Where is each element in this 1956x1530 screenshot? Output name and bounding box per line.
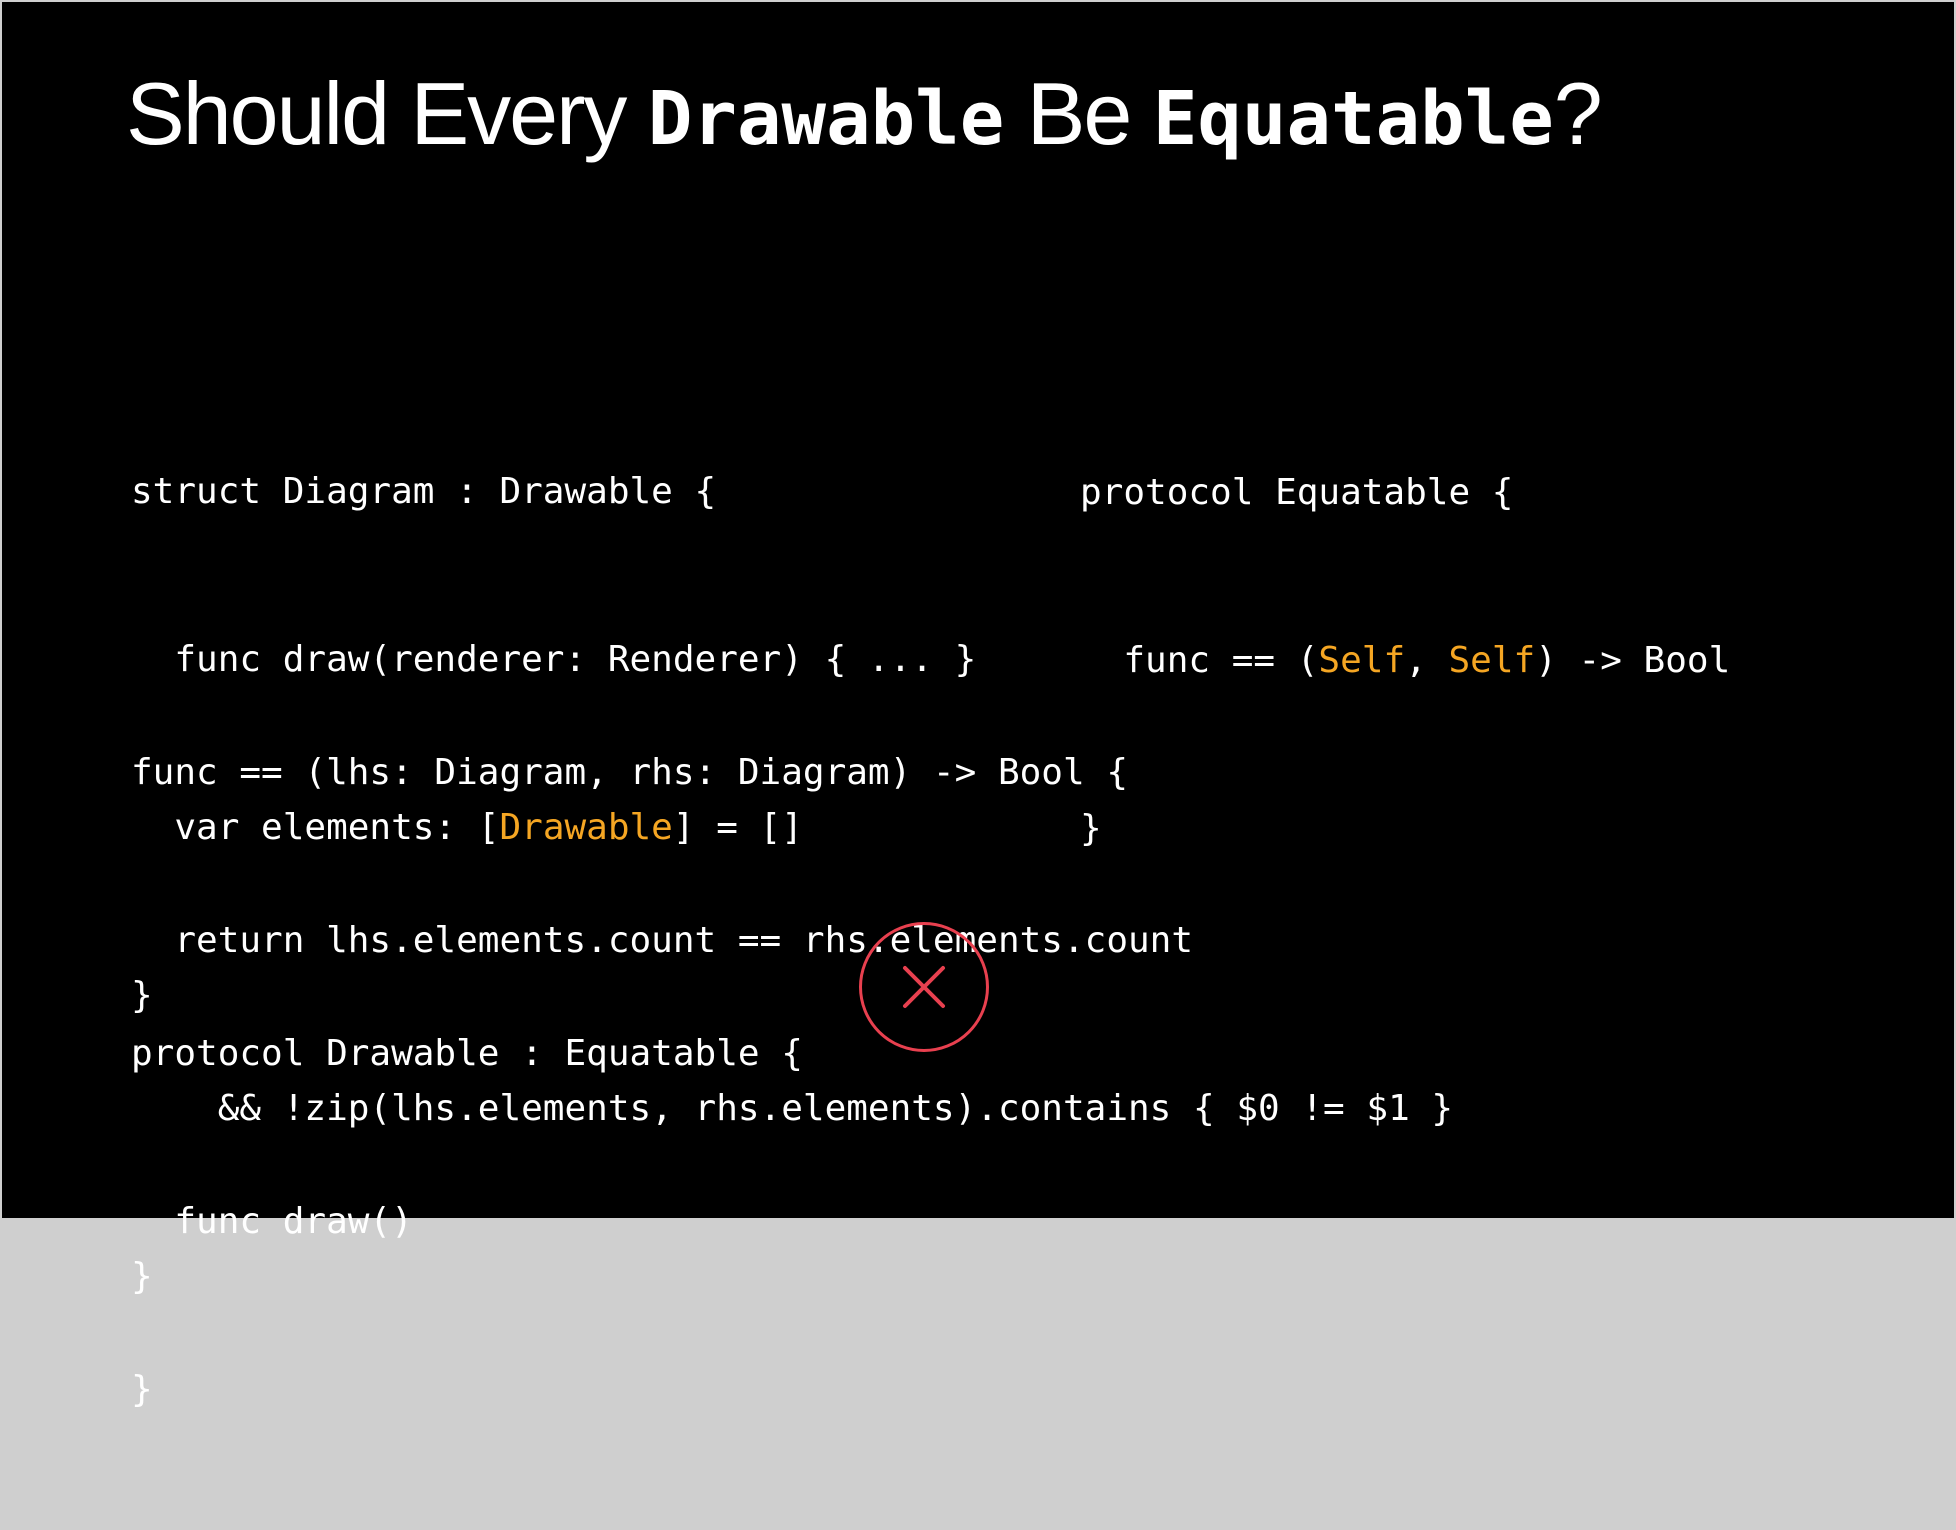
x-circle-icon [859, 922, 989, 1052]
title-question-mark: ? [1553, 64, 1603, 163]
code-line: protocol Equatable { [1080, 472, 1514, 513]
title-code-drawable: Drawable [647, 76, 1005, 162]
x-mark-icon [903, 966, 945, 1008]
code-line: protocol Drawable : Equatable { [131, 1033, 803, 1074]
code-token-highlight: Self [1448, 640, 1536, 681]
slide: Should Every Drawable Be Equatable? stru… [2, 2, 1954, 1410]
title-text-1: Should Every [126, 64, 648, 163]
slide-title: Should Every Drawable Be Equatable? [126, 54, 1603, 179]
title-code-equatable: Equatable [1152, 76, 1554, 162]
code-line: } [131, 1369, 153, 1410]
code-line: struct Diagram : Drawable { [131, 471, 717, 512]
code-line: func == (lhs: Diagram, rhs: Diagram) -> … [131, 752, 1128, 793]
code-line: func draw() [131, 1201, 413, 1242]
title-text-2: Be [1004, 64, 1153, 163]
code-token: ) -> Bool [1535, 640, 1731, 681]
drawable-protocol-code: protocol Drawable : Equatable { func dra… [131, 914, 803, 1530]
